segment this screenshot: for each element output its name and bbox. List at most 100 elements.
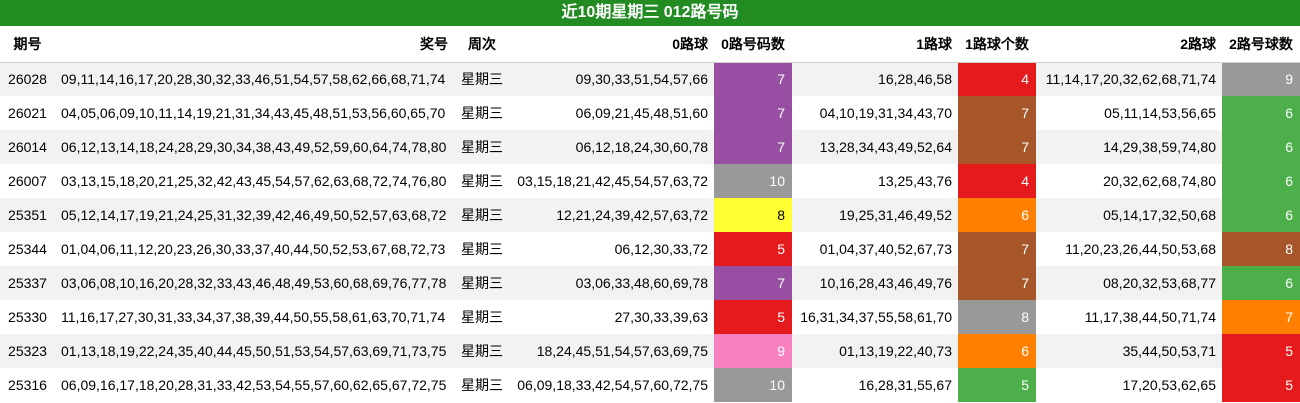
weekday-cell: 星期三 bbox=[454, 62, 510, 96]
route2-cell: 14,29,38,59,74,80 bbox=[1036, 130, 1222, 164]
route2-count-cell: 5 bbox=[1222, 368, 1300, 402]
table-row: 25337 03,06,08,10,16,20,28,32,33,43,46,48… bbox=[0, 266, 1300, 300]
numbers-cell: 04,05,06,09,10,11,14,19,21,31,34,43,45,4… bbox=[61, 105, 446, 121]
route1-cell: 13,28,34,43,49,52,64 bbox=[792, 130, 958, 164]
numbers-cell: 03,13,15,18,20,21,25,32,42,43,45,54,57,6… bbox=[61, 173, 447, 189]
route0-count-cell: 7 bbox=[714, 62, 792, 96]
table-row: 25316 06,09,16,17,18,20,28,31,33,42,53,54… bbox=[0, 368, 1300, 402]
weekday-cell: 星期三 bbox=[461, 105, 503, 121]
weekday-cell: 星期三 bbox=[454, 130, 510, 164]
route1-count-cell: 8 bbox=[958, 300, 1036, 334]
numbers-cell: 11,16,17,27,30,31,33,34,37,38,39,44,50,5… bbox=[61, 309, 446, 325]
issue-cell: 25344 bbox=[8, 241, 47, 257]
route2-count-cell: 6 bbox=[1222, 266, 1300, 300]
route0-cell: 06,12,30,33,72 bbox=[614, 241, 708, 257]
route0-count-cell: 9 bbox=[714, 334, 792, 368]
route0-count-cell: 7 bbox=[714, 96, 792, 130]
route0-count-cell: 5 bbox=[714, 300, 792, 334]
route1-count-cell: 7 bbox=[958, 232, 1036, 266]
route0-cell: 06,12,18,24,30,60,78 bbox=[510, 130, 714, 164]
numbers-cell: 01,04,06,11,12,20,23,26,30,33,37,40,44,5… bbox=[61, 241, 446, 257]
route1-count-cell: 6 bbox=[958, 334, 1036, 368]
issue-cell: 26014 bbox=[0, 130, 55, 164]
header-route0: 0路球 bbox=[510, 26, 714, 63]
issue-cell: 25323 bbox=[0, 334, 55, 368]
header-row: 期号 奖号 周次 0路球 0路号码数 1路球 1路球个数 2路球 2路号球数 bbox=[0, 26, 1300, 63]
route2-count-cell: 9 bbox=[1222, 62, 1300, 96]
numbers-cell: 06,12,13,14,18,24,28,29,30,34,38,43,49,5… bbox=[55, 130, 454, 164]
route0-count-cell: 7 bbox=[714, 266, 792, 300]
route1-cell: 01,13,19,22,40,73 bbox=[792, 334, 958, 368]
numbers-cell: 06,09,16,17,18,20,28,31,33,42,53,54,55,5… bbox=[61, 377, 447, 393]
weekday-cell: 星期三 bbox=[454, 266, 510, 300]
weekday-cell: 星期三 bbox=[461, 309, 503, 325]
header-weekday: 周次 bbox=[454, 26, 510, 63]
route2-cell: 20,32,62,68,74,80 bbox=[1103, 173, 1216, 189]
table-row: 26028 09,11,14,16,17,20,28,30,32,33,46,51… bbox=[0, 62, 1300, 96]
route1-cell: 01,04,37,40,52,67,73 bbox=[819, 241, 952, 257]
route1-cell: 16,28,46,58 bbox=[792, 62, 958, 96]
issue-cell: 25337 bbox=[0, 266, 55, 300]
numbers-cell: 09,11,14,16,17,20,28,30,32,33,46,51,54,5… bbox=[55, 62, 454, 96]
route0-cell: 06,09,21,45,48,51,60 bbox=[575, 105, 708, 121]
route1-cell: 13,25,43,76 bbox=[878, 173, 952, 189]
table-row: 25323 01,13,18,19,22,24,35,40,44,45,50,51… bbox=[0, 334, 1300, 368]
header-route1-count: 1路球个数 bbox=[958, 26, 1036, 63]
route2-cell: 11,20,23,26,44,50,53,68 bbox=[1065, 241, 1216, 257]
header-route1: 1路球 bbox=[792, 26, 958, 63]
route0-cell: 27,30,33,39,63 bbox=[614, 309, 708, 325]
number-table: 期号 奖号 周次 0路球 0路号码数 1路球 1路球个数 2路球 2路号球数 2… bbox=[0, 26, 1300, 402]
numbers-cell: 03,06,08,10,16,20,28,32,33,43,46,48,49,5… bbox=[55, 266, 454, 300]
header-route2-count: 2路号球数 bbox=[1222, 26, 1300, 63]
route1-cell: 16,31,34,37,55,58,61,70 bbox=[800, 309, 952, 325]
issue-cell: 26028 bbox=[0, 62, 55, 96]
issue-cell: 26007 bbox=[8, 173, 47, 189]
issue-cell: 25330 bbox=[8, 309, 47, 325]
header-numbers: 奖号 bbox=[55, 26, 454, 63]
header-route2: 2路球 bbox=[1036, 26, 1222, 63]
table-row: 25351 05,12,14,17,19,21,24,25,31,32,39,42… bbox=[0, 198, 1300, 232]
route2-count-cell: 8 bbox=[1222, 232, 1300, 266]
route0-count-cell: 8 bbox=[714, 198, 792, 232]
route1-count-cell: 6 bbox=[958, 198, 1036, 232]
weekday-cell: 星期三 bbox=[461, 241, 503, 257]
route0-cell: 18,24,45,51,54,57,63,69,75 bbox=[510, 334, 714, 368]
header-route0-count: 0路号码数 bbox=[714, 26, 792, 63]
issue-cell: 25316 bbox=[8, 377, 47, 393]
route0-count-cell: 10 bbox=[714, 368, 792, 402]
numbers-cell: 05,12,14,17,19,21,24,25,31,32,39,42,46,4… bbox=[55, 198, 454, 232]
route2-cell: 11,17,38,44,50,71,74 bbox=[1084, 309, 1216, 325]
route0-cell: 12,21,24,39,42,57,63,72 bbox=[510, 198, 714, 232]
issue-cell: 26021 bbox=[8, 105, 47, 121]
table-row: 25344 01,04,06,11,12,20,23,26,30,33,37,40… bbox=[0, 232, 1300, 266]
route2-cell: 11,14,17,20,32,62,68,71,74 bbox=[1036, 62, 1222, 96]
route2-count-cell: 6 bbox=[1222, 96, 1300, 130]
route0-cell: 06,09,18,33,42,54,57,60,72,75 bbox=[517, 377, 708, 393]
route2-count-cell: 5 bbox=[1222, 334, 1300, 368]
route0-count-cell: 7 bbox=[714, 130, 792, 164]
table-row: 26007 03,13,15,18,20,21,25,32,42,43,45,54… bbox=[0, 164, 1300, 198]
table-row: 26014 06,12,13,14,18,24,28,29,30,34,38,43… bbox=[0, 130, 1300, 164]
weekday-cell: 星期三 bbox=[454, 334, 510, 368]
table-row: 26021 04,05,06,09,10,11,14,19,21,31,34,43… bbox=[0, 96, 1300, 130]
route0-cell: 09,30,33,51,54,57,66 bbox=[510, 62, 714, 96]
issue-cell: 25351 bbox=[0, 198, 55, 232]
header-issue: 期号 bbox=[0, 26, 55, 63]
weekday-cell: 星期三 bbox=[461, 173, 503, 189]
route1-count-cell: 7 bbox=[958, 266, 1036, 300]
route0-count-cell: 10 bbox=[714, 164, 792, 198]
table-title: 近10期星期三 012路号码 bbox=[0, 0, 1300, 26]
route0-cell: 03,06,33,48,60,69,78 bbox=[510, 266, 714, 300]
route1-count-cell: 5 bbox=[958, 368, 1036, 402]
route1-count-cell: 4 bbox=[958, 62, 1036, 96]
route2-cell: 35,44,50,53,71 bbox=[1036, 334, 1222, 368]
route1-cell: 19,25,31,46,49,52 bbox=[792, 198, 958, 232]
route2-cell: 05,14,17,32,50,68 bbox=[1036, 198, 1222, 232]
weekday-cell: 星期三 bbox=[454, 198, 510, 232]
route2-count-cell: 7 bbox=[1222, 300, 1300, 334]
route0-count-cell: 5 bbox=[714, 232, 792, 266]
route1-cell: 10,16,28,43,46,49,76 bbox=[792, 266, 958, 300]
numbers-cell: 01,13,18,19,22,24,35,40,44,45,50,51,53,5… bbox=[55, 334, 454, 368]
route1-count-cell: 7 bbox=[958, 96, 1036, 130]
weekday-cell: 星期三 bbox=[461, 377, 503, 393]
